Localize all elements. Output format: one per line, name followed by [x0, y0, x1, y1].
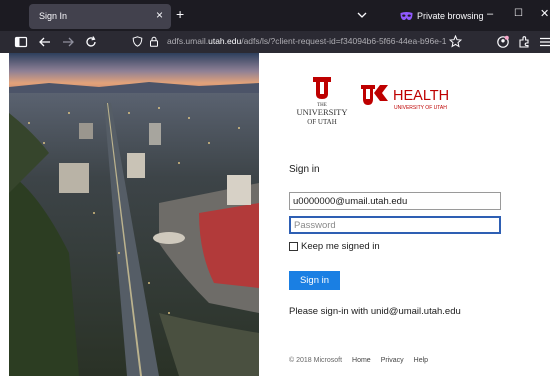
private-mask-icon [400, 11, 413, 20]
url-path: /adfs/ls/?client-request-id=f34094b6-5f6… [241, 36, 447, 46]
footer-home-link[interactable]: Home [352, 357, 371, 364]
bookmark-star-icon[interactable] [449, 35, 462, 48]
private-browsing-indicator: Private browsing [400, 8, 484, 24]
shield-icon[interactable] [132, 36, 143, 47]
url-prefix: adfs.umail. [167, 36, 209, 46]
url-domain: utah.edu [208, 36, 242, 46]
logo-of-utah-text: OF UTAH [307, 118, 337, 126]
forward-arrow-icon[interactable] [61, 35, 75, 49]
health-subtext: UNIVERSITY OF UTAH [394, 105, 447, 111]
keep-signed-in-option[interactable]: Keep me signed in [289, 240, 380, 252]
university-of-utah-logo: THE UNIVERSITY OF UTAH [297, 77, 348, 126]
footer-privacy-link[interactable]: Privacy [381, 357, 404, 364]
tab-sign-in[interactable]: Sign In × [29, 4, 171, 29]
password-field[interactable] [289, 216, 501, 234]
new-tab-icon[interactable]: + [176, 6, 184, 22]
lock-icon[interactable] [149, 36, 159, 47]
maximize-button[interactable]: ☐ [514, 7, 523, 21]
email-field[interactable] [289, 192, 501, 210]
reload-icon[interactable] [84, 35, 98, 49]
footer: © 2018 Microsoft Home Privacy Help [289, 357, 428, 364]
url-text[interactable]: adfs.umail.utah.edu/adfs/ls/?client-requ… [167, 36, 463, 46]
minimize-button[interactable]: – [487, 7, 493, 21]
sign-in-help-text: Please sign-in with unid@umail.utah.edu [289, 306, 461, 317]
chevron-down-icon[interactable] [356, 9, 368, 21]
copyright-text: © 2018 Microsoft [289, 357, 343, 364]
page-content: THE UNIVERSITY OF UTAH HEALTH UNIVERSITY… [0, 53, 550, 376]
back-arrow-icon[interactable] [38, 35, 52, 49]
tab-title: Sign In [39, 11, 68, 21]
u-health-logo: HEALTH UNIVERSITY OF UTAH [361, 85, 449, 111]
address-bar[interactable]: adfs.umail.utah.edu/adfs/ls/?client-requ… [124, 33, 470, 51]
keep-signed-in-label[interactable]: Keep me signed in [301, 241, 380, 252]
browser-window: Sign In × + Private browsing – ☐ ✕ adfs.… [0, 0, 550, 376]
sign-in-panel: THE UNIVERSITY OF UTAH HEALTH UNIVERSITY… [259, 53, 550, 376]
health-word: HEALTH [393, 88, 449, 104]
close-window-button[interactable]: ✕ [540, 7, 549, 21]
account-icon[interactable] [496, 35, 510, 49]
menu-icon[interactable] [538, 35, 550, 49]
tab-close-icon[interactable]: × [156, 8, 163, 22]
private-browsing-label: Private browsing [417, 11, 484, 21]
extensions-icon[interactable] [517, 35, 531, 49]
keep-signed-in-checkbox[interactable] [289, 241, 298, 251]
tab-bar: Sign In × + Private browsing – ☐ ✕ [0, 0, 550, 31]
logo-university-text: UNIVERSITY [297, 107, 348, 117]
sign-in-button[interactable]: Sign in [289, 271, 340, 290]
sidebar-icon[interactable] [14, 35, 28, 49]
sign-in-heading: Sign in [289, 164, 320, 175]
footer-help-link[interactable]: Help [414, 357, 428, 364]
city-aerial-photo [9, 53, 259, 376]
navigation-bar: adfs.umail.utah.edu/adfs/ls/?client-requ… [0, 31, 550, 53]
